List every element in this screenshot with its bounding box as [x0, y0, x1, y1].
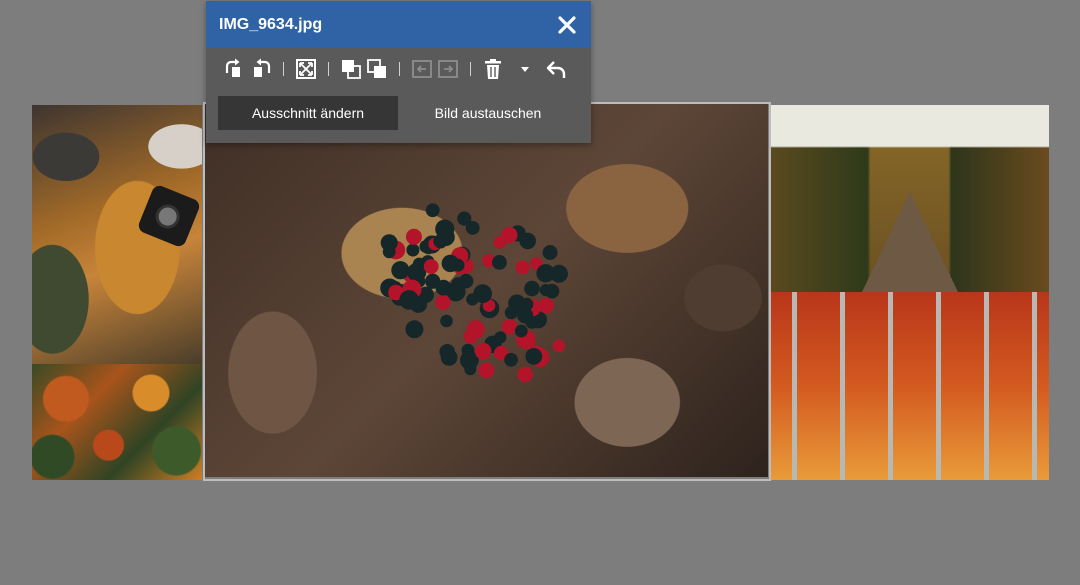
berry	[504, 306, 518, 320]
tab-change-crop[interactable]: Ausschnitt ändern	[218, 96, 398, 130]
berry	[425, 203, 440, 218]
berry	[514, 324, 528, 338]
berry	[519, 232, 536, 250]
berry	[435, 294, 451, 310]
berry	[473, 284, 492, 304]
berry	[382, 245, 396, 259]
berry	[544, 283, 560, 299]
photo-berries-selected[interactable]	[205, 104, 768, 477]
fit-icon[interactable]	[293, 56, 319, 82]
berry	[542, 245, 558, 260]
undo-icon[interactable]	[544, 56, 570, 82]
berry	[391, 261, 410, 280]
berry	[423, 259, 439, 274]
photo-sweater-camera[interactable]	[32, 105, 202, 364]
toolbar-separator	[399, 62, 400, 76]
photo-autumn-road[interactable]	[32, 364, 202, 480]
move-right-icon[interactable]	[435, 56, 461, 82]
toolbar-separator	[470, 62, 471, 76]
berry	[464, 363, 477, 376]
move-left-icon[interactable]	[409, 56, 435, 82]
berry	[478, 362, 495, 379]
berry	[494, 331, 507, 344]
toolbar	[206, 48, 591, 90]
panel-title: IMG_9634.jpg	[219, 15, 323, 33]
berry	[517, 307, 534, 324]
editor-tabs: Ausschnitt ändern Bild austauschen	[218, 96, 578, 130]
berry	[515, 260, 530, 275]
berry	[439, 344, 455, 360]
berry	[405, 320, 424, 339]
berry	[504, 352, 518, 367]
berry	[441, 254, 459, 273]
berry	[399, 290, 419, 310]
berry	[465, 221, 480, 235]
photo-autumn-forest[interactable]	[770, 292, 1049, 480]
close-icon[interactable]	[557, 15, 577, 35]
berry	[492, 255, 507, 270]
berry	[525, 348, 543, 365]
send-backward-icon[interactable]	[364, 56, 390, 82]
berry	[517, 366, 533, 383]
image-editor-panel: IMG_9634.jpg Ausschnitt ändern Bild aust…	[206, 1, 591, 143]
berry	[463, 329, 479, 344]
track-graphic	[861, 192, 958, 292]
bring-forward-icon[interactable]	[338, 56, 364, 82]
rotate-right-icon[interactable]	[248, 56, 274, 82]
toolbar-separator	[328, 62, 329, 76]
panel-header: IMG_9634.jpg	[206, 1, 591, 48]
berry	[405, 228, 422, 245]
berry	[501, 318, 518, 335]
berry	[501, 226, 518, 244]
photo-railway-track[interactable]	[770, 105, 1049, 292]
berries-graphic	[380, 203, 568, 383]
berry	[433, 234, 448, 249]
berry	[538, 297, 555, 314]
tab-replace-image[interactable]: Bild austauschen	[398, 96, 578, 130]
berry	[435, 279, 452, 296]
berry	[524, 280, 540, 297]
delete-icon[interactable]	[480, 56, 506, 82]
berry	[406, 243, 420, 257]
berry	[536, 264, 555, 283]
camera-graphic	[136, 183, 202, 249]
rotate-left-icon[interactable]	[222, 56, 248, 82]
berry	[552, 339, 566, 353]
toolbar-separator	[283, 62, 284, 76]
berry	[474, 342, 492, 360]
berry	[440, 314, 453, 328]
dropdown-arrow-icon[interactable]	[512, 56, 538, 82]
berry	[407, 262, 427, 282]
berry	[461, 343, 475, 357]
